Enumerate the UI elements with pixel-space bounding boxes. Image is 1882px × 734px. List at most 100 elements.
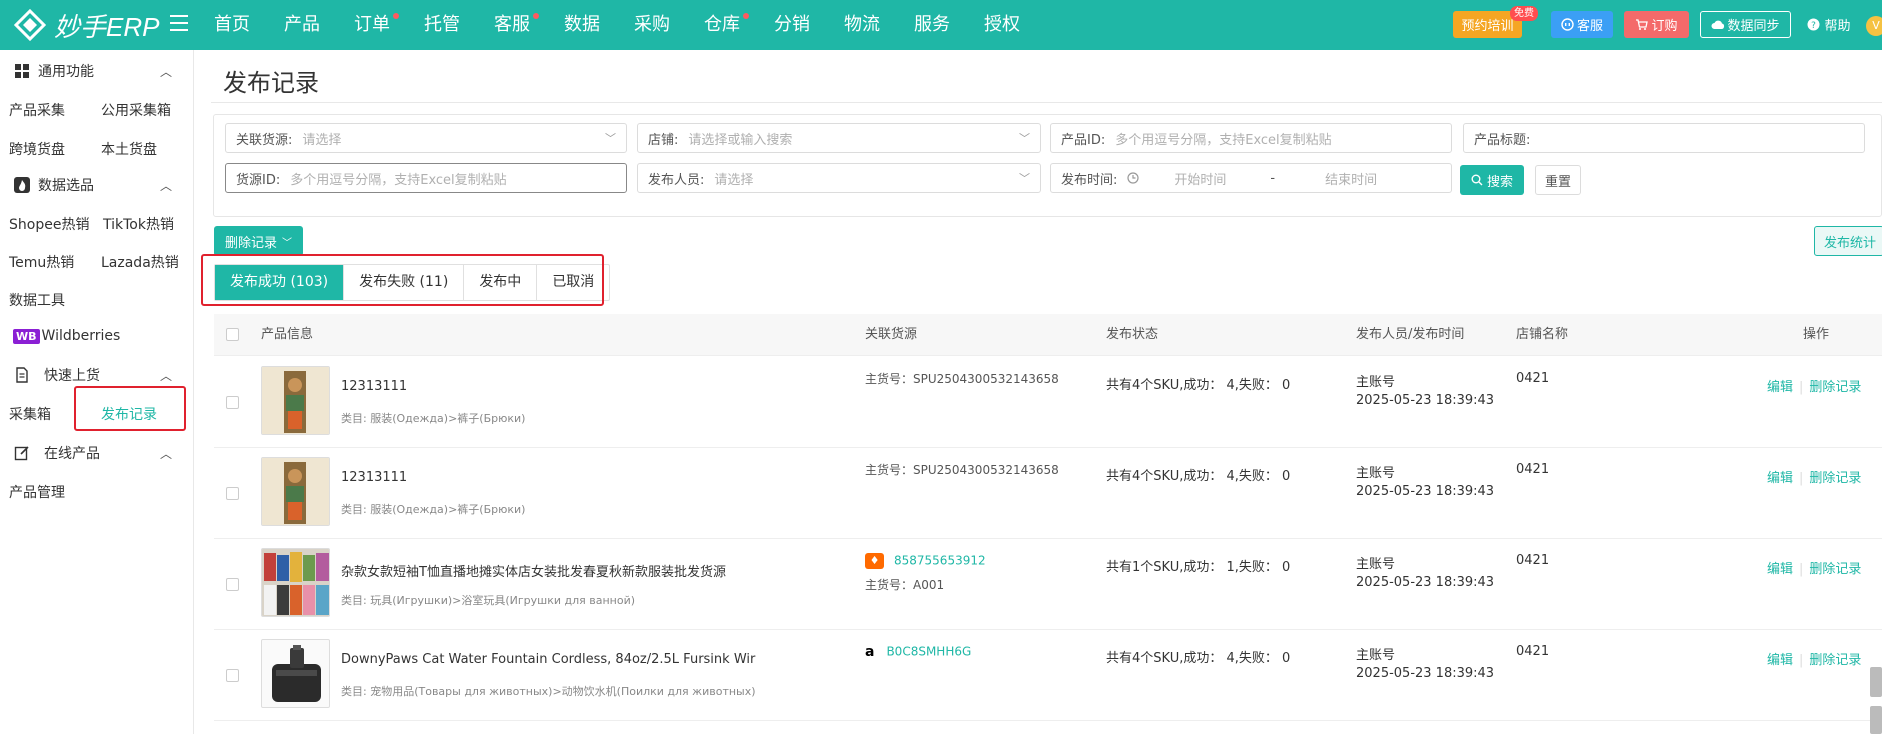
row-actions: 编辑 | 删除记录	[1767, 558, 1861, 577]
delete-record-link[interactable]: 删除记录	[1809, 471, 1861, 486]
data-sync-label: 数据同步	[1727, 19, 1780, 34]
reset-button[interactable]: 重置	[1535, 165, 1581, 195]
source-link[interactable]: B0C8SMHH6G	[886, 645, 971, 659]
product-category: 类目: 服装(Одежда)>裤子(Брюки)	[341, 503, 526, 516]
row-checkbox[interactable]	[226, 396, 239, 409]
delete-records-button[interactable]: 删除记录 ﹀	[214, 226, 303, 256]
chat-icon	[1561, 18, 1574, 31]
delete-records-label: 删除记录	[224, 235, 277, 251]
product-category: 类目: 服装(Одежда)>裤子(Брюки)	[341, 412, 526, 425]
delete-record-link[interactable]: 删除记录	[1809, 380, 1861, 395]
edit-link[interactable]: 编辑	[1767, 471, 1793, 486]
nav-item[interactable]: 服务	[897, 0, 967, 50]
product-thumbnail[interactable]	[261, 366, 330, 435]
product-title[interactable]: 杂款女款短袖T恤直播地摊实体店女装批发春夏秋新款服装批发货源	[341, 561, 726, 580]
sidebar-item-collect-box[interactable]: 采集箱	[9, 404, 51, 424]
sidebar-item-lazada-hot[interactable]: Lazada热销	[101, 252, 179, 272]
product-title[interactable]: 12313111	[341, 379, 407, 394]
publisher: 主账号	[1356, 648, 1396, 663]
row-checkbox[interactable]	[226, 578, 239, 591]
nav-item[interactable]: 首页	[197, 0, 267, 50]
product-id-input[interactable]: 产品ID: 多个用逗号分隔，支持Excel复制粘贴	[1050, 123, 1452, 153]
source-id-input[interactable]: 货源ID: 多个用逗号分隔，支持Excel复制粘贴	[225, 163, 627, 193]
source-select[interactable]: 关联货源: 请选择 ﹀	[225, 123, 627, 153]
product-thumbnail[interactable]	[261, 639, 330, 708]
end-time-placeholder[interactable]: 结束时间	[1325, 169, 1377, 188]
customer-service-button[interactable]: 客服	[1551, 11, 1613, 38]
product-title[interactable]: DownyPaws Cat Water Fountain Cordless, 8…	[341, 652, 755, 667]
source-link[interactable]: 858755653912	[894, 554, 986, 568]
amazon-icon: a	[865, 644, 875, 660]
sidebar-group-online-products[interactable]: 在线产品 ︿	[0, 434, 194, 472]
product-title[interactable]: 12313111	[341, 470, 407, 485]
start-time-placeholder[interactable]: 开始时间	[1174, 169, 1226, 188]
nav-item-label: 产品	[284, 14, 320, 35]
sidebar-item-data-tools[interactable]: 数据工具	[9, 290, 65, 310]
nav-item[interactable]: 客服	[477, 0, 547, 50]
chevron-up-icon: ︿	[160, 368, 173, 383]
product-thumbnail[interactable]	[261, 548, 330, 617]
sidebar-group-label: 在线产品	[44, 446, 100, 462]
edit-link[interactable]: 编辑	[1767, 653, 1793, 668]
product-title-input[interactable]: 产品标题:	[1463, 123, 1865, 153]
publish-stats-button[interactable]: 发布统计	[1814, 226, 1882, 256]
nav-item[interactable]: 仓库	[687, 0, 757, 50]
divider: |	[1799, 562, 1804, 577]
sidebar-item-tiktok-hot[interactable]: TikTok热销	[103, 214, 174, 234]
source-link-line: a B0C8SMHH6G	[865, 644, 971, 660]
product-thumbnail[interactable]	[261, 457, 330, 526]
search-button[interactable]: 搜索	[1460, 165, 1524, 195]
nav-item-label: 服务	[914, 14, 950, 35]
sidebar-item-wildberries[interactable]: WB Wildberries	[13, 328, 120, 344]
subscribe-button[interactable]: 订购	[1624, 11, 1689, 38]
nav-item[interactable]: 产品	[267, 0, 337, 50]
sidebar-item-local-pallet[interactable]: 本土货盘	[101, 139, 157, 159]
sidebar-group-data-pick[interactable]: 数据选品 ︿	[0, 166, 194, 204]
nav-item[interactable]: 采购	[617, 0, 687, 50]
publish-status: 共有1个SKU,成功： 1,失败： 0	[1106, 560, 1291, 575]
publish-time: 2025-05-23 18:39:43	[1356, 484, 1495, 499]
sidebar-item-product-management[interactable]: 产品管理	[9, 482, 65, 502]
shop-select[interactable]: 店铺: 请选择或输入搜索 ﹀	[637, 123, 1041, 153]
nav-item[interactable]: 物流	[827, 0, 897, 50]
select-all-checkbox[interactable]	[226, 328, 239, 341]
col-status: 发布状态	[1106, 327, 1159, 342]
sidebar-group-label: 通用功能	[38, 64, 94, 80]
delete-record-link[interactable]: 删除记录	[1809, 653, 1861, 668]
table-row: 12313111 类目: 服装(Одежда)>裤子(Брюки) 主货号：SPU2…	[214, 357, 1882, 448]
menu-toggle-icon[interactable]	[170, 15, 188, 31]
scrollbar-thumb[interactable]	[1870, 706, 1882, 734]
sidebar-item-temu-hot[interactable]: Temu热销	[9, 252, 74, 272]
sidebar-item-product-collect[interactable]: 产品采集	[9, 100, 65, 120]
source-link-line: ♦ 858755653912	[865, 553, 986, 569]
sidebar-item-shopee-hot[interactable]: Shopee热销	[9, 214, 89, 234]
nav-item[interactable]: 订单	[337, 0, 407, 50]
grid-icon	[15, 64, 29, 78]
help-button[interactable]: ? 帮助	[1800, 11, 1858, 38]
publisher-select[interactable]: 发布人员: 请选择 ﹀	[637, 163, 1041, 193]
data-sync-button[interactable]: 数据同步	[1700, 11, 1791, 38]
scrollbar-thumb[interactable]	[1870, 667, 1882, 697]
avatar[interactable]: V	[1866, 16, 1882, 36]
source-main-sku: 主货号：SPU2504300532143658	[865, 463, 1059, 477]
sidebar-group-general[interactable]: 通用功能 ︿	[0, 52, 194, 90]
nav-item[interactable]: 分销	[757, 0, 827, 50]
nav-item[interactable]: 托管	[407, 0, 477, 50]
shop-name: 0421	[1516, 644, 1550, 659]
row-checkbox[interactable]	[226, 487, 239, 500]
field-placeholder: 请选择	[302, 132, 342, 148]
row-checkbox[interactable]	[226, 669, 239, 682]
nav-item-label: 仓库	[704, 14, 740, 35]
edit-link[interactable]: 编辑	[1767, 380, 1793, 395]
delete-record-link[interactable]: 删除记录	[1809, 562, 1861, 577]
brand-logo[interactable]: 妙手ERP	[14, 9, 159, 42]
nav-item[interactable]: 授权	[967, 0, 1037, 50]
sidebar-item-crossborder-pallet[interactable]: 跨境货盘	[9, 139, 65, 159]
nav-item[interactable]: 数据	[547, 0, 617, 50]
sidebar-item-public-collect-box[interactable]: 公用采集箱	[101, 100, 171, 120]
publish-time: 2025-05-23 18:39:43	[1356, 575, 1495, 590]
notification-dot	[743, 13, 749, 19]
sidebar-item-label: Wildberries	[41, 328, 121, 344]
publish-time-range[interactable]: 发布时间: 开始时间 - 结束时间	[1050, 163, 1452, 193]
edit-link[interactable]: 编辑	[1767, 562, 1793, 577]
